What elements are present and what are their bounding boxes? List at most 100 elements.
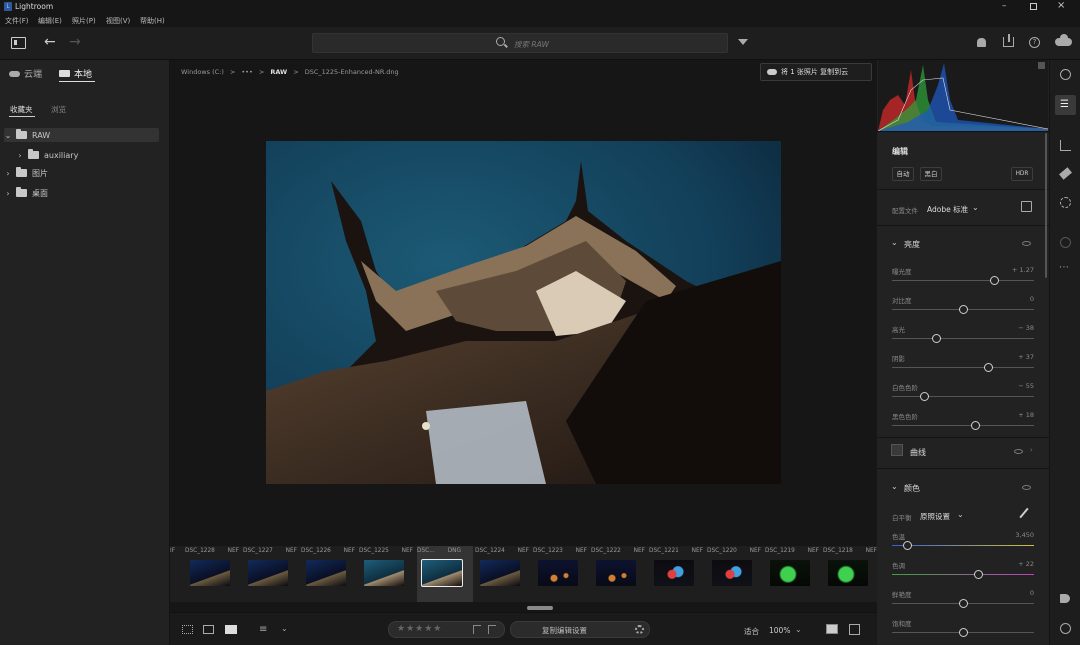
tree-item-raw[interactable]: ⌄ RAW (4, 128, 159, 142)
filmstrip-thumbnail[interactable]: DSC_1228 NEF (185, 546, 241, 588)
slider-knob[interactable] (920, 392, 930, 401)
back-arrow-icon[interactable]: ← (44, 34, 56, 50)
filmstrip-thumbnail[interactable]: DSC_1227 NEF (243, 546, 299, 588)
maximize-icon[interactable] (1030, 3, 1037, 10)
slider-value[interactable]: + 1.27 (1012, 266, 1034, 274)
slider-value[interactable]: + 22 (1018, 560, 1034, 568)
chevron-right-icon[interactable]: › (4, 189, 12, 198)
copy-to-cloud-button[interactable]: 将 1 张照片 复制到云 (760, 63, 872, 81)
light-chevron-down-icon[interactable]: ⌄ (891, 238, 898, 247)
healing-eraser-icon[interactable] (1059, 167, 1072, 180)
filmstrip-thumbnail[interactable]: DSC_1219 NEF (765, 546, 821, 588)
flag-pick-icon[interactable] (473, 625, 481, 634)
profile-value[interactable]: Adobe 标准 (927, 204, 968, 215)
presets-icon[interactable] (1060, 69, 1071, 80)
profile-chevron-down-icon[interactable]: ⌄ (972, 203, 979, 212)
chevron-down-icon[interactable]: ⌄ (4, 131, 12, 140)
bw-button[interactable]: 黑白 (920, 167, 942, 181)
hdr-button[interactable]: HDR (1011, 167, 1033, 181)
slider-value[interactable]: 0 (1030, 589, 1034, 597)
crop-icon[interactable] (1060, 140, 1071, 151)
filter-icon[interactable] (738, 39, 748, 45)
filmstrip-thumbnail[interactable]: DSC_1222 NEF (591, 546, 647, 588)
sort-chevron-down-icon[interactable]: ⌄ (281, 624, 288, 633)
close-icon[interactable]: × (1057, 0, 1065, 11)
slider-track[interactable] (892, 396, 1034, 397)
chevron-right-icon[interactable]: › (4, 169, 12, 178)
tree-item-desktop[interactable]: › 桌面 (4, 186, 159, 200)
slider-value[interactable]: + 37 (1018, 353, 1034, 361)
slider-value[interactable]: − 38 (1018, 324, 1034, 332)
search-box[interactable]: 搜索 RAW (312, 33, 728, 53)
copy-settings-button[interactable]: 复制编辑设置 (510, 621, 650, 638)
before-after-icon[interactable] (826, 624, 838, 634)
wb-chevron-down-icon[interactable]: ⌄ (957, 510, 964, 519)
slider-value[interactable]: 0 (1030, 295, 1034, 303)
menu-help[interactable]: 帮助(H) (140, 16, 165, 26)
slider-knob[interactable] (989, 276, 999, 285)
breadcrumb-drive[interactable]: Windows (C:) (181, 68, 224, 76)
clipping-indicator[interactable] (1038, 62, 1045, 69)
tab-cloud[interactable]: 云端 (9, 67, 42, 80)
detail-view-icon[interactable] (225, 625, 237, 634)
fit-label[interactable]: 适合 (744, 626, 759, 637)
tree-item-auxiliary[interactable]: › auxiliary (16, 148, 171, 162)
panel-toggle-icon[interactable] (11, 37, 26, 49)
settings-gear-icon[interactable] (635, 625, 644, 634)
slider-knob[interactable] (903, 541, 913, 550)
slider-knob[interactable] (971, 421, 981, 430)
grid-view-icon[interactable] (182, 625, 193, 634)
menu-file[interactable]: 文件(F) (5, 16, 29, 26)
panel-scrollbar[interactable] (1045, 133, 1047, 278)
slider-track[interactable] (892, 280, 1034, 281)
filmstrip-scroll-handle[interactable] (527, 606, 553, 610)
color-chevron-down-icon[interactable]: ⌄ (891, 482, 898, 491)
curve-section-title[interactable]: 曲线 (910, 447, 926, 458)
rating-stars[interactable]: ★★★★★ (397, 624, 442, 634)
menu-view[interactable]: 视图(V) (106, 16, 130, 26)
filmstrip-thumbnail[interactable]: DSC_1218 NEF (823, 546, 877, 588)
minimize-icon[interactable]: – (1002, 1, 1007, 11)
more-dots-icon[interactable]: ⋯ (1059, 262, 1069, 273)
chevron-right-icon[interactable]: › (16, 151, 24, 160)
tab-local[interactable]: 本地 (59, 67, 92, 80)
slider-track[interactable] (892, 545, 1034, 546)
square-grid-view-icon[interactable] (203, 625, 214, 634)
curve-thumbnail-icon[interactable] (891, 444, 903, 456)
slider-knob[interactable] (984, 363, 994, 372)
slider-knob[interactable] (974, 570, 984, 579)
filmstrip-thumbnail[interactable]: DSC_1223 NEF (533, 546, 589, 588)
menu-edit[interactable]: 编辑(E) (38, 16, 62, 26)
flag-reject-icon[interactable] (488, 625, 496, 634)
slider-track[interactable] (892, 367, 1034, 368)
breadcrumb-ellipsis[interactable]: ••• (241, 68, 253, 76)
filmstrip-thumbnail[interactable]: DSC_1226 NEF (301, 546, 357, 588)
light-visibility-eye-icon[interactable] (1022, 241, 1031, 246)
sort-icon[interactable]: ≡ (259, 624, 267, 635)
red-eye-icon[interactable] (1060, 237, 1071, 248)
zoom-level[interactable]: 100% (769, 626, 790, 635)
slider-knob[interactable] (958, 305, 968, 314)
filmstrip-thumbnail[interactable]: DSC_1220 NEF (707, 546, 763, 588)
slider-knob[interactable] (958, 628, 968, 637)
tag-icon[interactable] (1060, 594, 1070, 603)
slider-track[interactable] (892, 338, 1034, 339)
color-visibility-eye-icon[interactable] (1022, 485, 1031, 490)
slider-value[interactable]: + 18 (1018, 411, 1034, 419)
filmstrip-thumbnail[interactable]: DSC_1225 NEF (359, 546, 415, 588)
slider-track[interactable] (892, 574, 1034, 575)
subtab-favorites[interactable]: 收藏夹 (10, 104, 33, 115)
curve-visibility-eye-icon[interactable] (1014, 449, 1023, 454)
slider-knob[interactable] (931, 334, 941, 343)
compare-view-icon[interactable] (849, 624, 860, 635)
filmstrip-thumbnail[interactable]: DSC_1224 NEF (475, 546, 531, 588)
auto-button[interactable]: 自动 (892, 167, 914, 181)
forward-arrow-icon[interactable]: → (69, 34, 81, 50)
filmstrip-thumbnail[interactable]: DSC... DNG (417, 546, 473, 602)
main-photo[interactable] (266, 141, 781, 484)
help-icon[interactable]: ? (1029, 37, 1040, 48)
zoom-chevron-down-icon[interactable]: ⌄ (795, 625, 802, 634)
curve-expand-icon[interactable]: › (1030, 446, 1033, 454)
eyedropper-icon[interactable] (1019, 507, 1029, 519)
slider-track[interactable] (892, 425, 1034, 426)
